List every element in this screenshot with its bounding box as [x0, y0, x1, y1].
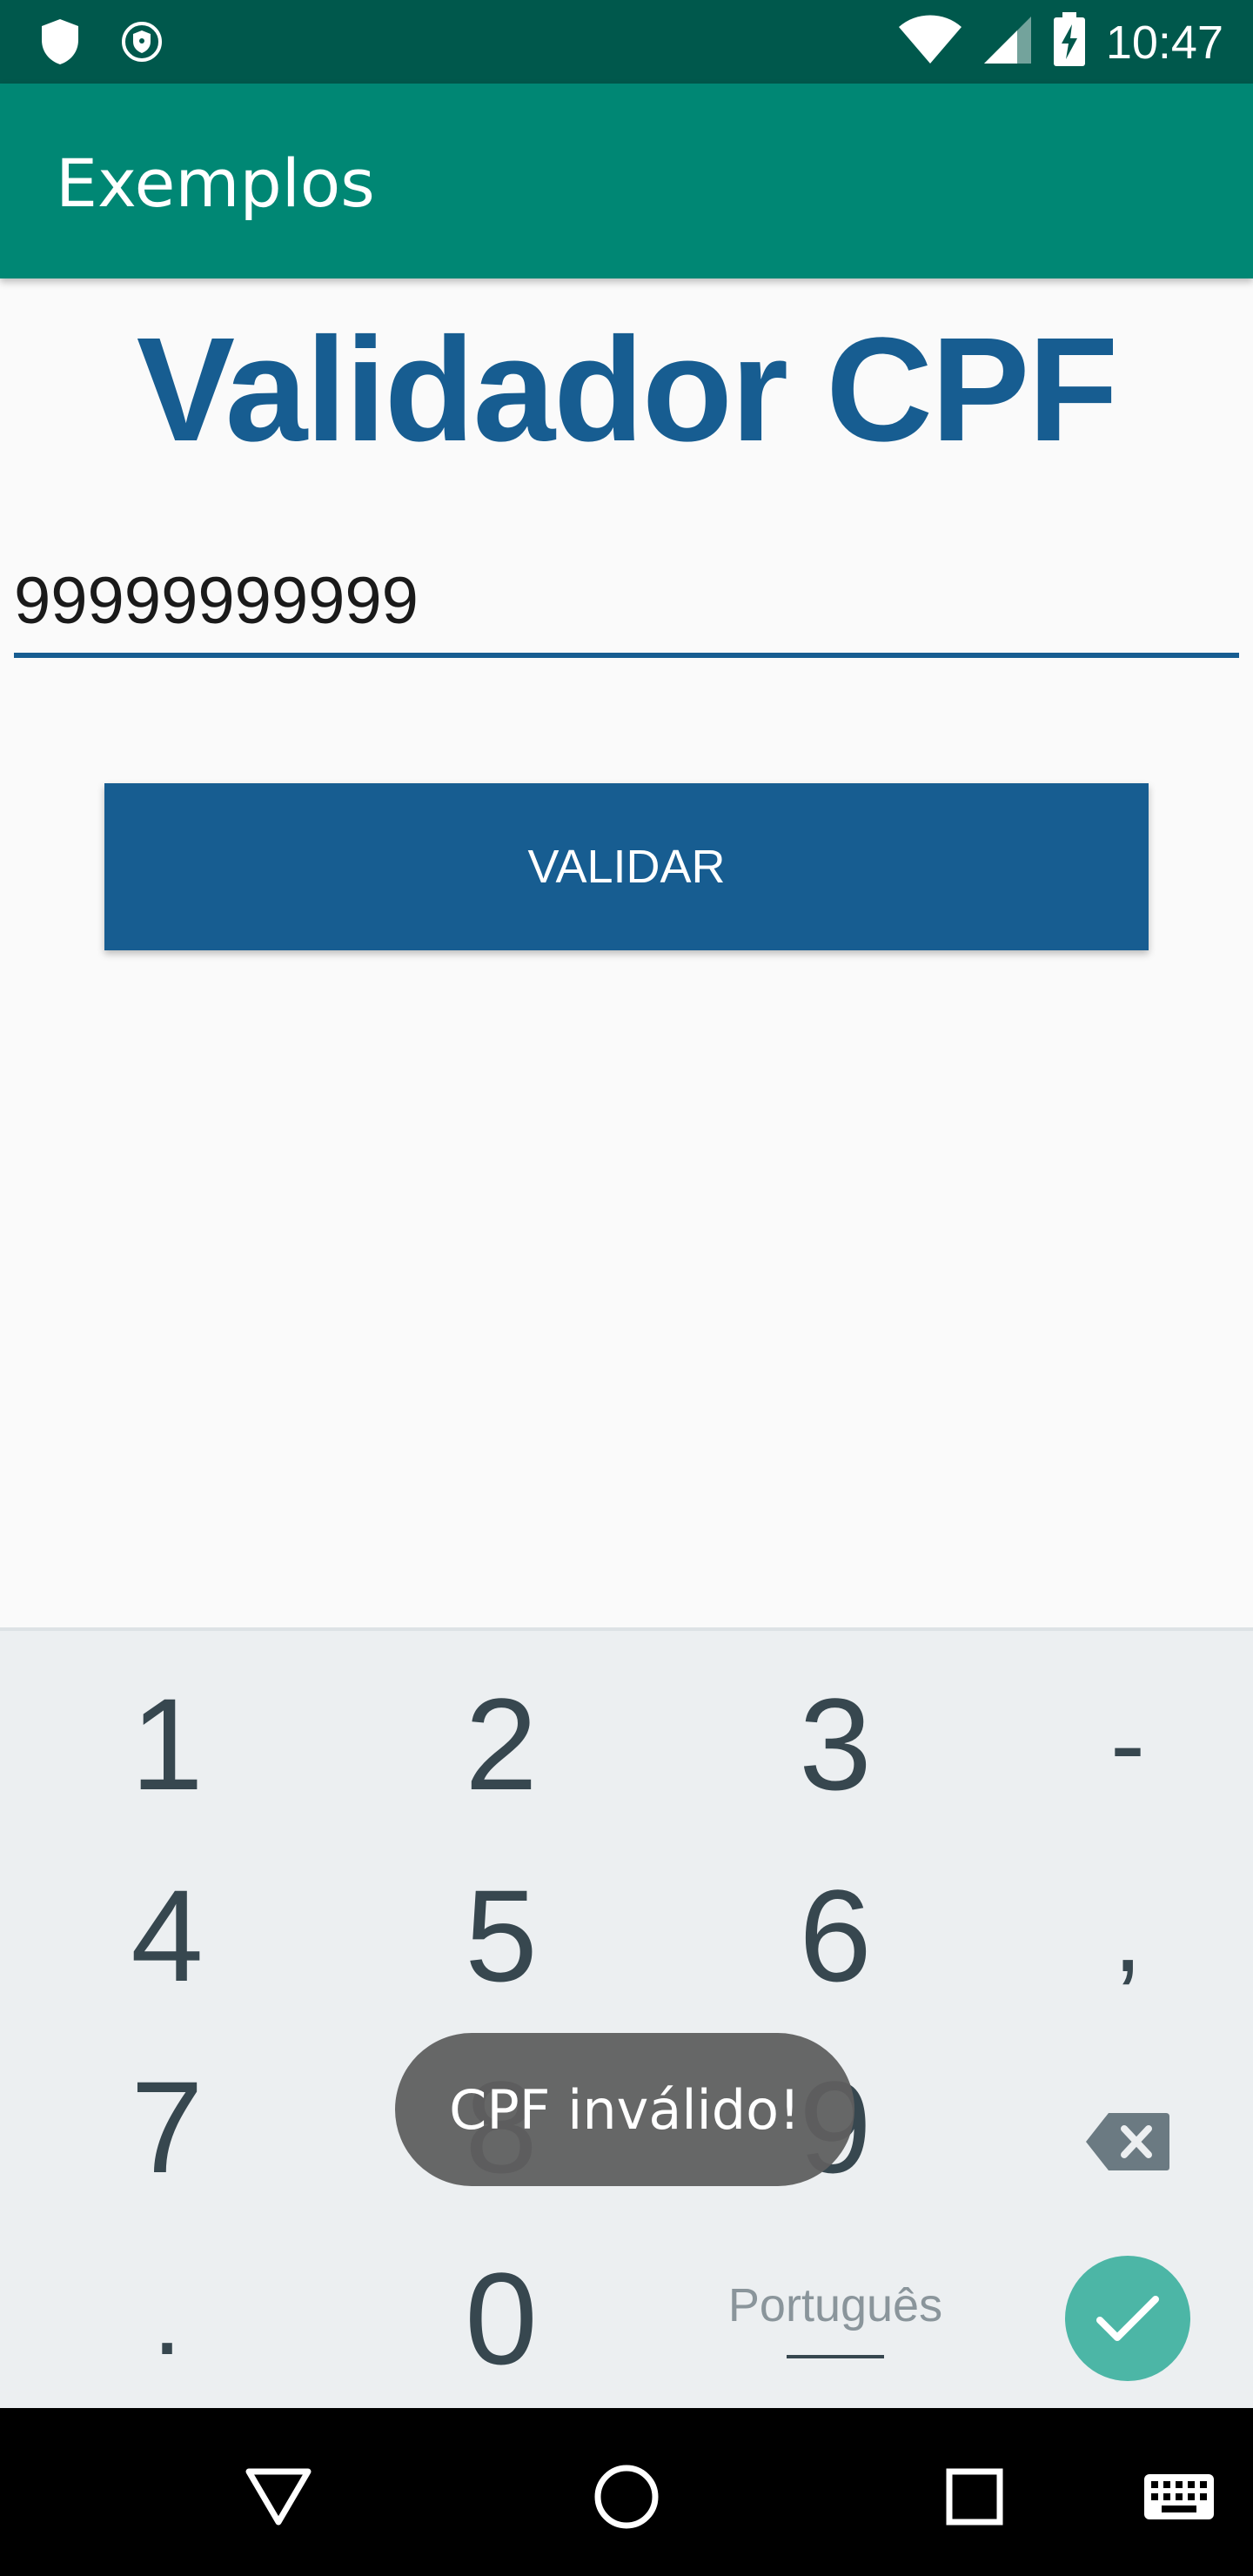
key-period[interactable]: .	[10, 2223, 324, 2414]
page-title: Validador CPF	[136, 307, 1118, 473]
key-6[interactable]: 6	[679, 1840, 992, 2031]
app-title: Exemplos	[56, 144, 375, 222]
signal-icon	[982, 15, 1033, 70]
keyboard-icon[interactable]	[1140, 2453, 1218, 2540]
key-5[interactable]: 5	[345, 1840, 658, 2031]
done-key[interactable]	[971, 2223, 1253, 2414]
status-bar: 10:47	[0, 0, 1253, 84]
cpf-input[interactable]	[14, 548, 1239, 658]
shield-icon	[38, 17, 82, 70]
numeric-keyboard: 1 2 3 - 4 5 6 , 7 8 9 . 0 Português	[0, 1627, 1253, 2412]
key-7[interactable]: 7	[10, 2031, 324, 2223]
home-circle-icon[interactable]	[583, 2453, 670, 2540]
key-2[interactable]: 2	[345, 1648, 658, 1840]
language-label: Português	[727, 2279, 943, 2331]
key-dash[interactable]: -	[971, 1648, 1253, 1840]
language-key[interactable]: Português	[679, 2223, 992, 2414]
status-time: 10:47	[1105, 16, 1223, 69]
backspace-key[interactable]	[971, 2031, 1253, 2223]
wifi-icon	[897, 15, 963, 70]
toast-message: CPF inválido!	[395, 2033, 854, 2186]
language-underline	[787, 2355, 884, 2358]
battery-charging-icon	[1052, 12, 1087, 72]
validate-button[interactable]: VALIDAR	[104, 783, 1149, 950]
key-3[interactable]: 3	[679, 1648, 992, 1840]
backspace-icon	[1084, 2052, 1171, 2203]
recents-square-icon[interactable]	[931, 2453, 1018, 2540]
key-4[interactable]: 4	[10, 1840, 324, 2031]
app-bar: Exemplos	[0, 84, 1253, 278]
back-triangle-icon[interactable]	[235, 2453, 322, 2540]
key-0[interactable]: 0	[345, 2223, 658, 2414]
navigation-bar	[0, 2408, 1253, 2576]
vpn-key-icon	[120, 20, 164, 68]
done-check-icon	[1065, 2256, 1190, 2381]
key-1[interactable]: 1	[10, 1648, 324, 1840]
key-comma[interactable]: ,	[971, 1840, 1253, 2031]
